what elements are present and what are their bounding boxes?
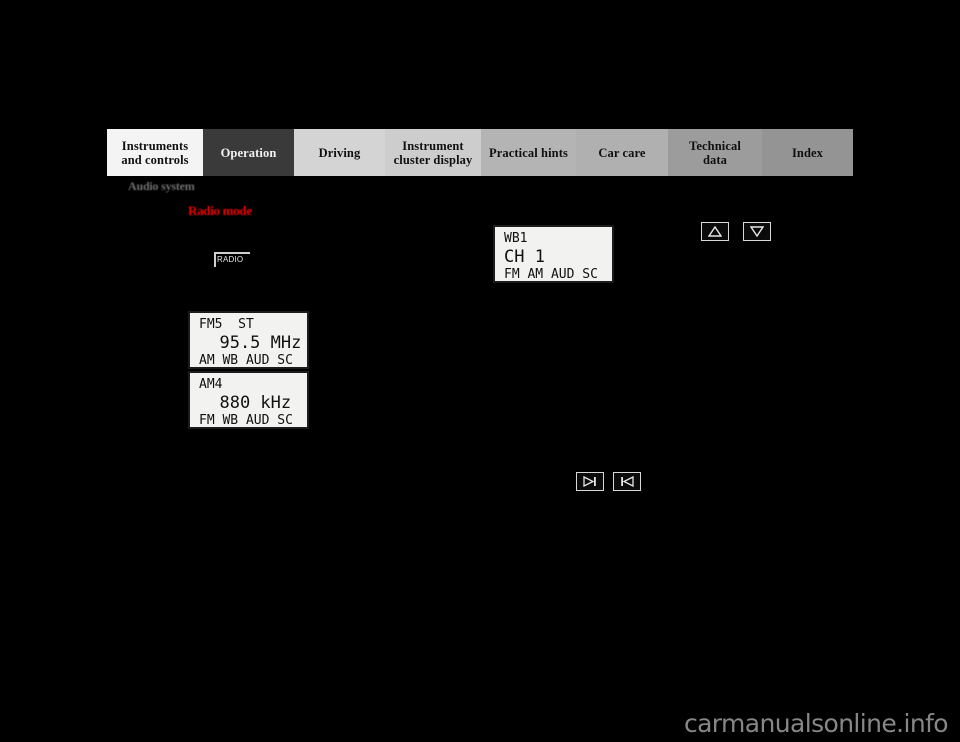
tab-label: Car care — [598, 146, 645, 160]
lcd-display-fm: FM5 ST 95.5 MHz AM WB AUD SC — [188, 311, 309, 369]
tab-operation[interactable]: Operation — [203, 129, 294, 176]
lcd-wb-line1: WB1 — [504, 231, 528, 246]
tab-label-line1: Index — [791, 145, 824, 160]
tab-label-line1: Instrument — [402, 138, 464, 153]
seek-down-button[interactable] — [743, 222, 771, 241]
site-watermark: carmanualsonline.info — [683, 709, 949, 738]
lcd-am-line3: FM WB AUD SC — [199, 413, 293, 428]
tab-car-care[interactable]: Car care — [576, 129, 668, 176]
triangle-up-icon — [708, 226, 722, 237]
skip-back-button[interactable] — [613, 472, 641, 491]
lcd-wb-line2: CH 1 — [504, 247, 545, 267]
triangle-down-icon — [750, 226, 764, 237]
lcd-fm-line3: AM WB AUD SC — [199, 353, 293, 368]
tab-label: Operation — [221, 146, 277, 160]
callout-line-vertical — [214, 254, 216, 267]
lcd-am-line1: AM4 — [199, 377, 223, 392]
tab-label: Driving — [319, 146, 361, 160]
tab-instrument-cluster-display[interactable]: Instrument cluster display — [385, 129, 481, 176]
radio-button-label: RADIO — [217, 255, 244, 264]
lcd-am-line2: 880 kHz — [199, 393, 292, 413]
skip-back-icon — [619, 476, 635, 487]
lcd-fm-line2: 95.5 MHz — [199, 333, 302, 353]
lcd-display-wb: WB1 CH 1 FM AM AUD SC — [493, 225, 614, 283]
tab-label-line1: Technical — [689, 138, 741, 153]
skip-forward-button[interactable] — [576, 472, 604, 491]
tab-label-line2: data — [702, 152, 727, 167]
chapter-tab-bar: Instruments and controls Operation Drivi… — [107, 129, 853, 176]
section-subtitle: Radio mode — [188, 203, 252, 218]
skip-forward-icon — [582, 476, 598, 487]
tab-label: Practical hints — [489, 146, 568, 160]
lcd-fm-line1: FM5 ST — [199, 317, 254, 332]
tab-label-line2: cluster display — [393, 152, 473, 167]
tab-label: Index — [792, 146, 823, 160]
tab-label: Instrument cluster display — [394, 139, 473, 167]
tab-practical-hints[interactable]: Practical hints — [481, 129, 576, 176]
lcd-wb-line3: FM AM AUD SC — [504, 267, 598, 282]
tab-label-line1: Operation — [220, 145, 277, 160]
tab-technical-data[interactable]: Technical data — [668, 129, 762, 176]
tab-index[interactable]: Index — [762, 129, 853, 176]
callout-line-horizontal — [214, 252, 250, 254]
tab-label-line1: Practical hints — [489, 145, 568, 160]
lcd-display-am: AM4 880 kHz FM WB AUD SC — [188, 371, 309, 429]
tab-driving[interactable]: Driving — [294, 129, 385, 176]
tab-label-line1: Driving — [318, 145, 361, 160]
tab-label-line1: Instruments — [121, 138, 189, 153]
tab-label-line1: Car care — [598, 145, 646, 160]
tab-instruments-and-controls[interactable]: Instruments and controls — [107, 129, 203, 176]
tab-label: Instruments and controls — [121, 139, 188, 167]
page-title: Audio system — [128, 179, 195, 193]
seek-up-button[interactable] — [701, 222, 729, 241]
tab-label-line2: and controls — [121, 152, 189, 167]
tab-label: Technical data — [689, 139, 741, 167]
radio-button-illustration[interactable]: RADIO — [214, 252, 250, 270]
